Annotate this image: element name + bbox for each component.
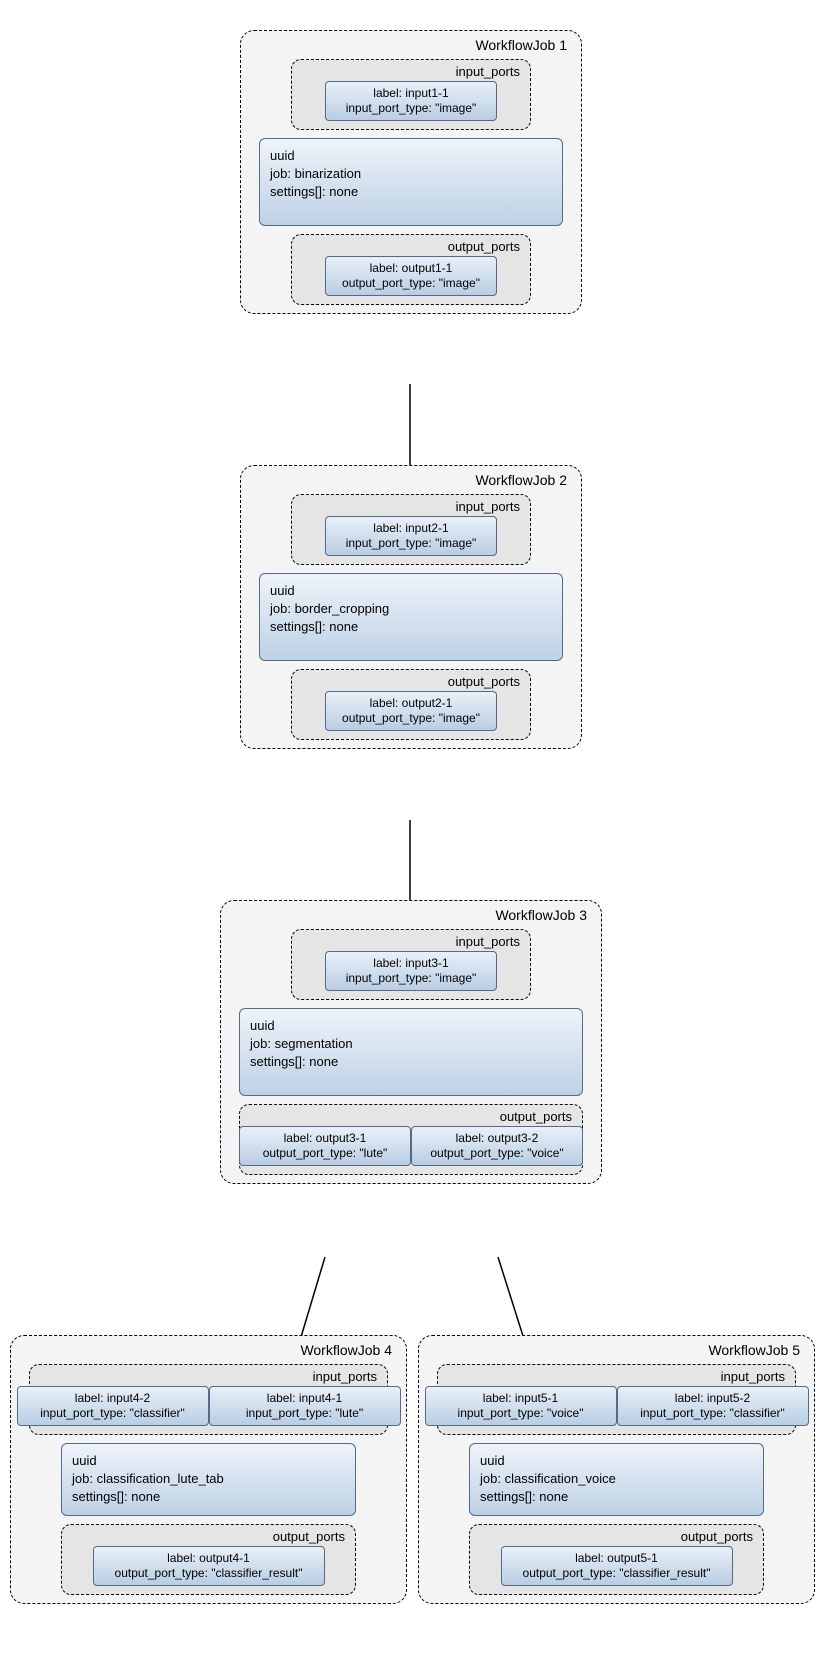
- workflow-job-5: WorkflowJob 5 input_ports label: input5-…: [418, 1335, 815, 1604]
- input-port: label: input3-1 input_port_type: "image": [325, 951, 497, 991]
- body-line: job: classification_lute_tab: [72, 1470, 345, 1488]
- input-port: label: input4-2 input_port_type: "classi…: [17, 1386, 209, 1426]
- input-ports-box: input_ports label: input1-1 input_port_t…: [291, 59, 531, 130]
- port-type-line: output_port_type: "image": [336, 711, 486, 726]
- output-ports-box: output_ports label: output4-1 output_por…: [61, 1524, 356, 1595]
- body-line: job: border_cropping: [270, 600, 552, 618]
- body-line: job: classification_voice: [480, 1470, 753, 1488]
- input-port: label: input5-1 input_port_type: "voice": [425, 1386, 617, 1426]
- output-port: label: output3-2 output_port_type: "voic…: [411, 1126, 583, 1166]
- output-ports-title: output_ports: [292, 235, 530, 256]
- output-ports-title: output_ports: [62, 1525, 355, 1546]
- workflow-job-2: WorkflowJob 2 input_ports label: input2-…: [240, 465, 582, 749]
- output-ports-title: output_ports: [240, 1105, 582, 1126]
- input-port: label: input2-1 input_port_type: "image": [325, 516, 497, 556]
- body-line: settings[]: none: [72, 1488, 345, 1506]
- input-ports-title: input_ports: [438, 1365, 795, 1386]
- job-body: uuid job: border_cropping settings[]: no…: [259, 573, 563, 661]
- output-ports-box: output_ports label: output1-1 output_por…: [291, 234, 531, 305]
- input-ports-box: input_ports label: input2-1 input_port_t…: [291, 494, 531, 565]
- port-type-line: input_port_type: "image": [336, 971, 486, 986]
- port-type-line: input_port_type: "classifier": [28, 1406, 198, 1421]
- body-line: settings[]: none: [480, 1488, 753, 1506]
- port-type-line: input_port_type: "classifier": [628, 1406, 798, 1421]
- port-label-line: label: output2-1: [336, 696, 486, 711]
- job-title: WorkflowJob 4: [11, 1336, 406, 1360]
- output-ports-box: output_ports label: output5-1 output_por…: [469, 1524, 764, 1595]
- body-line: settings[]: none: [270, 618, 552, 636]
- output-port: label: output1-1 output_port_type: "imag…: [325, 256, 497, 296]
- input-ports-title: input_ports: [292, 930, 530, 951]
- job-title: WorkflowJob 3: [221, 901, 601, 925]
- workflow-job-3: WorkflowJob 3 input_ports label: input3-…: [220, 900, 602, 1184]
- input-ports-title: input_ports: [30, 1365, 387, 1386]
- port-type-line: input_port_type: "image": [336, 101, 486, 116]
- body-line: job: binarization: [270, 165, 552, 183]
- input-ports-title: input_ports: [292, 495, 530, 516]
- input-ports-box: input_ports label: input3-1 input_port_t…: [291, 929, 531, 1000]
- port-type-line: input_port_type: "lute": [220, 1406, 390, 1421]
- job-title: WorkflowJob 1: [241, 31, 581, 55]
- body-line: uuid: [270, 582, 552, 600]
- input-port: label: input1-1 input_port_type: "image": [325, 81, 497, 121]
- port-label-line: label: input4-1: [220, 1391, 390, 1406]
- port-label-line: label: input1-1: [336, 86, 486, 101]
- port-label-line: label: input3-1: [336, 956, 486, 971]
- body-line: uuid: [72, 1452, 345, 1470]
- output-port: label: output2-1 output_port_type: "imag…: [325, 691, 497, 731]
- input-ports-box: input_ports label: input5-1 input_port_t…: [437, 1364, 796, 1435]
- port-type-line: output_port_type: "classifier_result": [512, 1566, 722, 1581]
- port-type-line: output_port_type: "lute": [250, 1146, 400, 1161]
- job-title: WorkflowJob 5: [419, 1336, 814, 1360]
- port-type-line: output_port_type: "classifier_result": [104, 1566, 314, 1581]
- output-port: label: output5-1 output_port_type: "clas…: [501, 1546, 733, 1586]
- workflow-job-1: WorkflowJob 1 input_ports label: input1-…: [240, 30, 582, 314]
- port-type-line: input_port_type: "image": [336, 536, 486, 551]
- port-type-line: input_port_type: "voice": [436, 1406, 606, 1421]
- workflow-job-4: WorkflowJob 4 input_ports label: input4-…: [10, 1335, 407, 1604]
- job-title: WorkflowJob 2: [241, 466, 581, 490]
- port-type-line: output_port_type: "image": [336, 276, 486, 291]
- port-label-line: label: input5-2: [628, 1391, 798, 1406]
- body-line: settings[]: none: [250, 1053, 572, 1071]
- job-body: uuid job: binarization settings[]: none: [259, 138, 563, 226]
- job-body: uuid job: classification_voice settings[…: [469, 1443, 764, 1516]
- job-body: uuid job: segmentation settings[]: none: [239, 1008, 583, 1096]
- port-label-line: label: output3-1: [250, 1131, 400, 1146]
- port-label-line: label: input4-2: [28, 1391, 198, 1406]
- body-line: uuid: [480, 1452, 753, 1470]
- body-line: job: segmentation: [250, 1035, 572, 1053]
- input-ports-box: input_ports label: input4-2 input_port_t…: [29, 1364, 388, 1435]
- output-ports-box: output_ports label: output3-1 output_por…: [239, 1104, 583, 1175]
- output-port: label: output4-1 output_port_type: "clas…: [93, 1546, 325, 1586]
- body-line: uuid: [250, 1017, 572, 1035]
- job-body: uuid job: classification_lute_tab settin…: [61, 1443, 356, 1516]
- output-ports-box: output_ports label: output2-1 output_por…: [291, 669, 531, 740]
- port-label-line: label: output4-1: [104, 1551, 314, 1566]
- port-label-line: label: output1-1: [336, 261, 486, 276]
- input-ports-title: input_ports: [292, 60, 530, 81]
- body-line: settings[]: none: [270, 183, 552, 201]
- port-type-line: output_port_type: "voice": [422, 1146, 572, 1161]
- port-label-line: label: output5-1: [512, 1551, 722, 1566]
- input-port: label: input4-1 input_port_type: "lute": [209, 1386, 401, 1426]
- output-ports-title: output_ports: [292, 670, 530, 691]
- input-port: label: input5-2 input_port_type: "classi…: [617, 1386, 809, 1426]
- port-label-line: label: input2-1: [336, 521, 486, 536]
- port-label-line: label: output3-2: [422, 1131, 572, 1146]
- output-ports-title: output_ports: [470, 1525, 763, 1546]
- diagram-canvas: WorkflowJob 1 input_ports label: input1-…: [0, 0, 822, 1661]
- output-port: label: output3-1 output_port_type: "lute…: [239, 1126, 411, 1166]
- port-label-line: label: input5-1: [436, 1391, 606, 1406]
- body-line: uuid: [270, 147, 552, 165]
